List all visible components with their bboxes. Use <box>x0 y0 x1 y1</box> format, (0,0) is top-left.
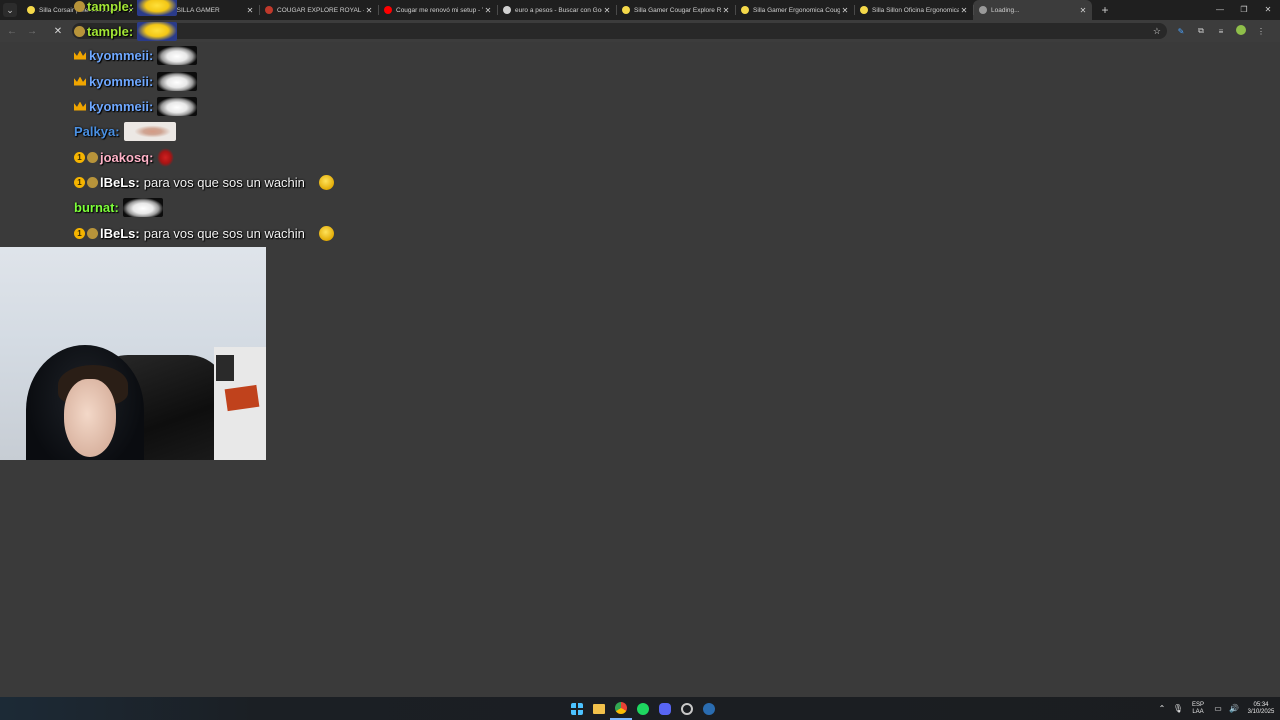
settings-icon <box>681 702 693 715</box>
chat-separator: : <box>148 47 154 63</box>
settings-taskbar-button[interactable] <box>676 697 698 720</box>
chevron-up-icon[interactable]: ⌃ <box>1154 704 1170 713</box>
speaker <box>216 355 234 381</box>
ghost-emote-icon <box>122 197 163 217</box>
chat-message: tample: <box>74 0 178 16</box>
chat-overlay: tample: tample: kyommeii: kyommeii: kyommeii… <box>0 0 1280 250</box>
volume-icon[interactable]: 🔊 <box>1226 704 1242 713</box>
chrome-icon <box>615 701 627 714</box>
red-box <box>224 384 260 412</box>
chat-message: Palkya: <box>74 121 176 141</box>
chat-separator: : <box>128 0 134 14</box>
file-explorer-taskbar-button[interactable] <box>588 697 610 720</box>
taskbar-apps <box>566 697 720 720</box>
coin-badge-icon <box>74 0 85 12</box>
chat-username[interactable]: kyommeii <box>89 74 149 89</box>
chat-message: kyommeii: <box>74 45 198 65</box>
system-tray: ⌃ 🎙 ESP LAA ▭ 🔊 05:34 3/10/2025 <box>1154 697 1280 720</box>
lips-emote-icon <box>157 147 175 167</box>
chat-separator: : <box>128 23 134 39</box>
chat-separator: : <box>148 98 154 114</box>
chat-message: 1 lBeLs: para vos que sos un wachin <box>74 223 334 243</box>
discord-taskbar-button[interactable] <box>654 697 676 720</box>
discord-icon <box>659 702 671 715</box>
taskbar: ⌃ 🎙 ESP LAA ▭ 🔊 05:34 3/10/2025 <box>0 697 1280 720</box>
chat-username[interactable]: kyommeii <box>89 99 149 114</box>
coin-badge-icon <box>87 151 98 163</box>
chat-username[interactable]: lBeLs <box>100 226 135 241</box>
subscriber-badge-icon: 1 <box>74 227 85 239</box>
crown-badge-icon <box>74 76 86 86</box>
ghost-emote-icon <box>157 45 198 65</box>
chat-username[interactable]: kyommeii <box>89 48 149 63</box>
smile-emote-icon <box>318 225 334 241</box>
coin-badge-icon <box>87 227 98 239</box>
file-explorer-icon <box>593 703 605 714</box>
language-indicator[interactable]: ESP LAA <box>1186 702 1210 716</box>
start-icon <box>571 702 583 715</box>
chat-username[interactable]: tample <box>87 24 129 39</box>
chat-message: burnat: <box>74 197 163 217</box>
microphone-icon[interactable]: 🎙 <box>1170 704 1186 713</box>
streamer-face <box>64 379 116 457</box>
start-taskbar-button[interactable] <box>566 697 588 720</box>
crown-badge-icon <box>74 50 86 60</box>
chat-separator: : <box>149 149 154 165</box>
spotify-icon <box>637 702 649 715</box>
crown-badge-icon <box>74 101 86 111</box>
chat-username[interactable]: lBeLs <box>100 175 135 190</box>
steam-icon <box>703 702 715 715</box>
minion-emote-icon <box>137 0 178 16</box>
subscriber-badge-icon: 1 <box>74 176 85 188</box>
smile-emote-icon <box>318 174 334 190</box>
chat-username[interactable]: burnat <box>74 200 114 215</box>
chat-message-text: para vos que sos un wachin <box>143 225 305 241</box>
chat-username[interactable]: Palkya <box>74 124 115 139</box>
ghost-emote-icon <box>157 96 198 116</box>
chrome-taskbar-button[interactable] <box>610 697 632 720</box>
baby-emote-icon <box>123 121 176 141</box>
minion-emote-icon <box>137 21 178 41</box>
chat-separator: : <box>135 225 140 241</box>
chat-username[interactable]: tample <box>87 0 129 14</box>
spotify-taskbar-button[interactable] <box>632 697 654 720</box>
chat-separator: : <box>135 174 140 190</box>
chat-username[interactable]: joakosq <box>100 150 149 165</box>
ghost-emote-icon <box>157 71 198 91</box>
steam-taskbar-button[interactable] <box>698 697 720 720</box>
subscriber-badge-icon: 1 <box>74 151 85 163</box>
clock[interactable]: 05:34 3/10/2025 <box>1242 702 1280 716</box>
webcam-feed <box>0 247 266 460</box>
chat-message: kyommeii: <box>74 96 198 116</box>
chat-message: tample: <box>74 21 178 41</box>
chat-separator: : <box>115 123 120 139</box>
coin-badge-icon <box>87 176 98 188</box>
chat-separator: : <box>148 73 154 89</box>
chat-message: 1 joakosq: <box>74 147 175 167</box>
chat-message: 1 lBeLs: para vos que sos un wachin <box>74 172 334 192</box>
chat-message: kyommeii: <box>74 71 198 91</box>
chat-message-text: para vos que sos un wachin <box>143 174 305 190</box>
chat-separator: : <box>114 199 119 215</box>
network-icon[interactable]: ▭ <box>1210 704 1226 713</box>
coin-badge-icon <box>74 25 85 37</box>
